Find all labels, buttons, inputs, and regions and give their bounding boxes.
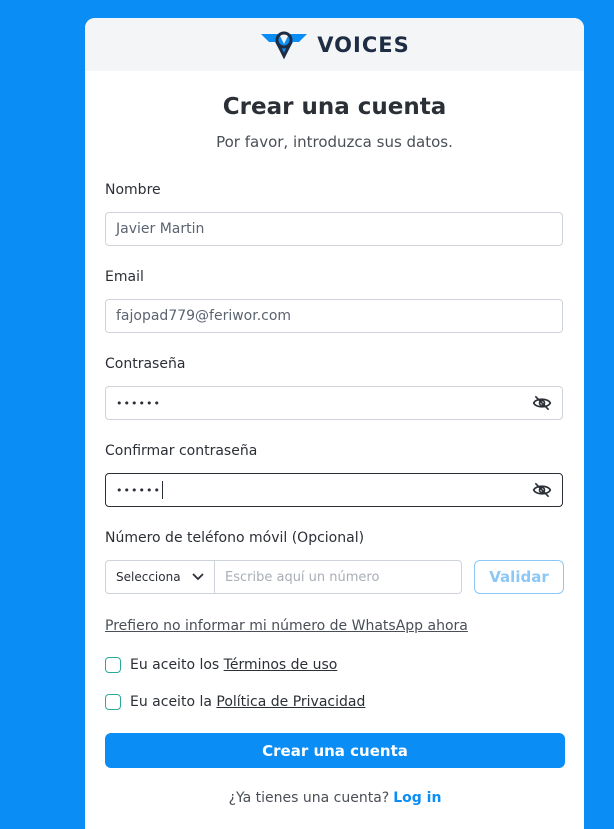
phone-number-placeholder: Escribe aquí un número [225, 569, 380, 585]
terms-link[interactable]: Términos de uso [224, 657, 338, 673]
card-header: VOICES [85, 18, 584, 71]
name-value: Javier Martin [116, 221, 205, 237]
login-prompt: ¿Ya tienes una cuenta? Log in [105, 790, 565, 806]
page-title: Crear una cuenta [222, 94, 447, 120]
country-select[interactable]: Selecciona [105, 560, 215, 594]
confirm-password-field[interactable]: •••••• [105, 473, 563, 507]
password-field[interactable]: •••••• [105, 386, 563, 420]
terms-prefix: Eu aceito los [130, 657, 220, 673]
chevron-down-icon [192, 573, 204, 581]
confirm-password-label: Confirmar contraseña [105, 443, 258, 459]
password-label: Contraseña [105, 356, 186, 372]
phone-label: Número de teléfono móvil (Opcional) [105, 530, 365, 546]
email-field[interactable]: fajopad779@feriwor.com [105, 299, 563, 333]
create-account-button[interactable]: Crear una cuenta [105, 733, 565, 768]
login-link[interactable]: Log in [393, 790, 441, 806]
email-label: Email [105, 269, 144, 285]
page-subtitle: Por favor, introduzca sus datos. [216, 133, 453, 151]
privacy-row: Eu aceito la Política de Privacidad [105, 694, 365, 710]
email-value: fajopad779@feriwor.com [116, 308, 292, 324]
privacy-link[interactable]: Política de Privacidad [216, 694, 365, 710]
login-question: ¿Ya tienes una cuenta? [228, 790, 390, 806]
text-caret [161, 481, 163, 499]
confirm-password-value: •••••• [116, 484, 161, 497]
eye-off-icon[interactable] [532, 480, 552, 500]
brand-name: VOICES [317, 32, 410, 57]
name-label: Nombre [105, 182, 161, 198]
name-field[interactable]: Javier Martin [105, 212, 563, 246]
terms-row: Eu aceito los Términos de uso [105, 657, 337, 673]
voices-logo-icon [261, 31, 308, 59]
terms-checkbox[interactable] [105, 657, 121, 673]
country-placeholder: Selecciona [116, 570, 181, 584]
privacy-checkbox[interactable] [105, 694, 121, 710]
phone-number-input[interactable]: Escribe aquí un número [215, 560, 462, 594]
skip-whatsapp-link[interactable]: Prefiero no informar mi número de WhatsA… [105, 618, 468, 634]
privacy-prefix: Eu aceito la [130, 694, 212, 710]
phone-row: Selecciona Escribe aquí un número Valida… [105, 560, 565, 596]
password-value: •••••• [116, 396, 161, 410]
eye-off-icon[interactable] [532, 393, 552, 413]
validate-button[interactable]: Validar [474, 560, 564, 594]
signup-card: VOICES Crear una cuenta Por favor, intro… [85, 18, 584, 829]
